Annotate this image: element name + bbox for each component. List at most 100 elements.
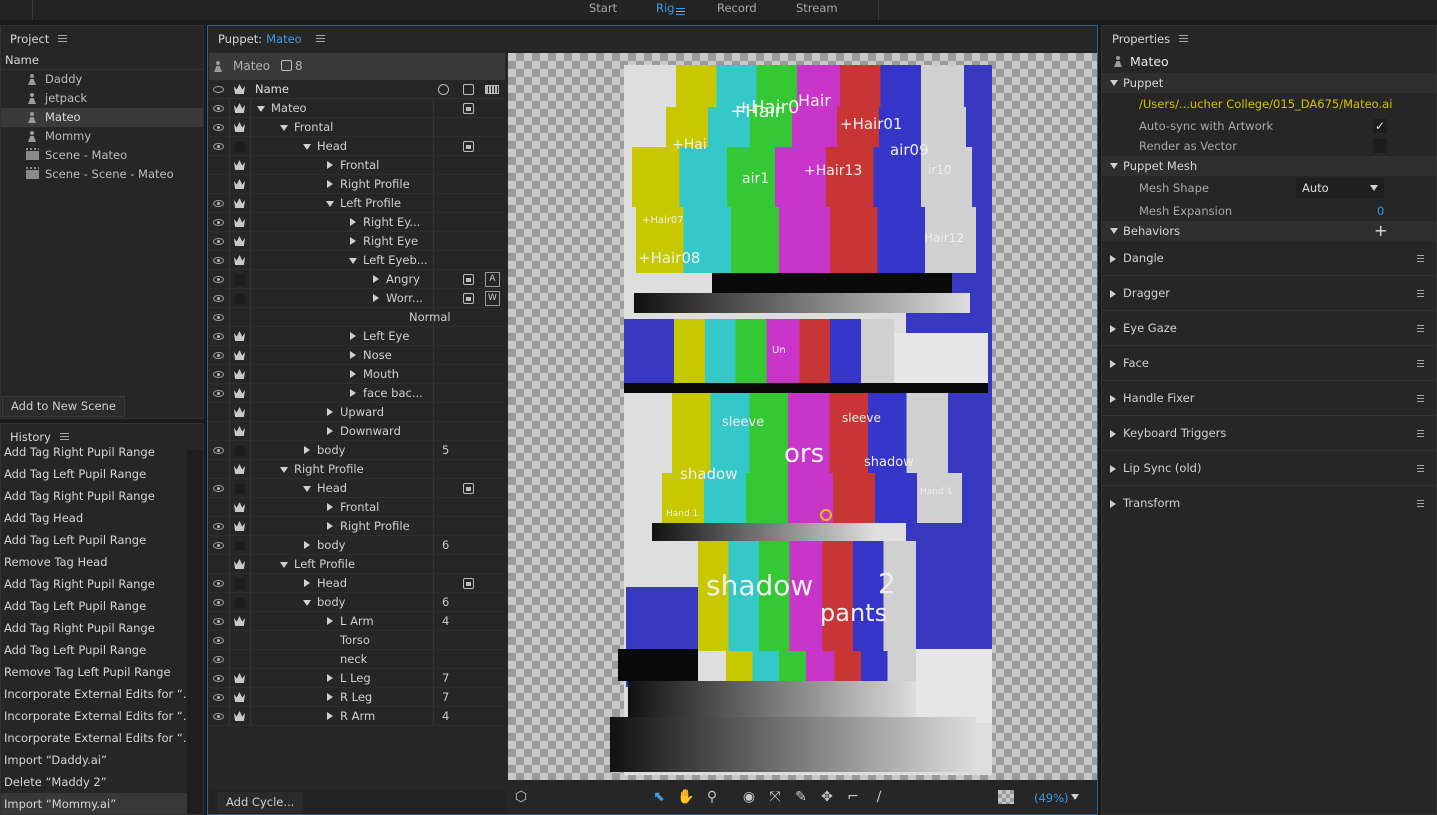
- properties-menu-icon[interactable]: [1179, 35, 1189, 42]
- expand-triangle-icon[interactable]: [327, 427, 333, 435]
- history-item[interactable]: Incorporate External Edits for “...: [1, 683, 187, 705]
- visibility-eye-icon[interactable]: [213, 238, 224, 245]
- collapse-triangle-icon[interactable]: [280, 562, 288, 568]
- behavior-menu-icon[interactable]: [1417, 465, 1424, 472]
- workspace-stream[interactable]: Stream: [796, 1, 838, 15]
- keyboard-trigger-key[interactable]: A: [485, 272, 500, 287]
- independent-crown-icon[interactable]: [234, 103, 245, 113]
- crown-toggle-off[interactable]: [235, 142, 245, 152]
- history-item[interactable]: Add Tag Head: [1, 507, 187, 529]
- tree-row[interactable]: L Arm 4: [209, 612, 505, 631]
- visibility-eye-icon[interactable]: [213, 637, 224, 644]
- tree-row[interactable]: body 5: [209, 441, 505, 460]
- tree-row[interactable]: Frontal: [209, 118, 505, 137]
- history-item[interactable]: Delete “Maddy 2”: [1, 771, 187, 793]
- origin-tool-icon[interactable]: ◉: [741, 789, 757, 805]
- history-item[interactable]: Add Tag Left Pupil Range: [1, 463, 187, 485]
- expand-triangle-icon[interactable]: [350, 389, 356, 397]
- tag-icon[interactable]: [463, 293, 474, 304]
- visibility-eye-icon[interactable]: [213, 447, 224, 454]
- visibility-eye-icon[interactable]: [213, 219, 224, 226]
- independent-crown-icon[interactable]: [234, 236, 245, 246]
- history-item[interactable]: Add Tag Left Pupil Range: [1, 639, 187, 661]
- crown-toggle-off[interactable]: [235, 446, 245, 456]
- tree-row[interactable]: Mouth: [209, 365, 505, 384]
- expand-triangle-icon[interactable]: [327, 712, 333, 720]
- expand-triangle-icon[interactable]: [327, 674, 333, 682]
- behavior-lip-sync[interactable]: Lip Sync (old): [1102, 451, 1436, 486]
- mesh-expansion-value[interactable]: 0: [1377, 201, 1384, 221]
- tree-row[interactable]: Worr... W: [209, 289, 505, 308]
- expand-triangle-icon[interactable]: [327, 503, 333, 511]
- behavior-menu-icon[interactable]: [1417, 325, 1424, 332]
- tree-row[interactable]: Right Profile: [209, 175, 505, 194]
- behavior-menu-icon[interactable]: [1417, 500, 1424, 507]
- expand-triangle-icon[interactable]: [327, 617, 333, 625]
- independent-crown-icon[interactable]: [234, 179, 245, 189]
- expand-triangle-icon[interactable]: [327, 180, 333, 188]
- puppet-section[interactable]: Puppet: [1102, 73, 1436, 93]
- tree-row[interactable]: Angry A: [209, 270, 505, 289]
- workspace-start[interactable]: Start: [589, 1, 617, 15]
- expand-triangle-icon[interactable]: [373, 275, 379, 283]
- tree-row[interactable]: neck: [209, 650, 505, 669]
- tree-row[interactable]: Left Eye: [209, 327, 505, 346]
- tree-row[interactable]: R Leg 7: [209, 688, 505, 707]
- project-item-mommy[interactable]: Mommy: [1, 127, 203, 146]
- project-item-jetpack[interactable]: jetpack: [1, 89, 203, 108]
- behavior-menu-icon[interactable]: [1417, 395, 1424, 402]
- visibility-eye-icon[interactable]: [213, 371, 224, 378]
- collapse-triangle-icon[interactable]: [280, 125, 288, 131]
- history-item[interactable]: Add Tag Right Pupil Range: [1, 485, 187, 507]
- behavior-menu-icon[interactable]: [1417, 255, 1424, 262]
- add-to-new-scene-button[interactable]: Add to New Scene: [2, 396, 125, 417]
- independent-crown-icon[interactable]: [234, 559, 245, 569]
- expand-triangle-icon[interactable]: [304, 541, 310, 549]
- mesh-shape-select[interactable]: Auto: [1296, 178, 1384, 198]
- transparency-grid-icon[interactable]: [998, 790, 1014, 804]
- behavior-dangle[interactable]: Dangle: [1102, 241, 1436, 276]
- tree-row[interactable]: Upward: [209, 403, 505, 422]
- behavior-keyboard-triggers[interactable]: Keyboard Triggers: [1102, 416, 1436, 451]
- project-item-scene-scene-mateo[interactable]: Scene - Scene - Mateo: [1, 165, 203, 184]
- visibility-eye-icon[interactable]: [213, 314, 224, 321]
- tag-icon[interactable]: [463, 483, 474, 494]
- puppet-mesh-section[interactable]: Puppet Mesh: [1102, 156, 1436, 176]
- dragger-tool-icon[interactable]: ✥: [819, 789, 835, 805]
- tree-row[interactable]: Nose: [209, 346, 505, 365]
- tree-row[interactable]: Frontal: [209, 156, 505, 175]
- visibility-eye-icon[interactable]: [213, 656, 224, 663]
- tree-row[interactable]: R Arm 4: [209, 707, 505, 726]
- tree-row[interactable]: Right Ey...: [209, 213, 505, 232]
- expand-triangle-icon[interactable]: [327, 522, 333, 530]
- selection-tool-icon[interactable]: ⬉: [651, 789, 667, 805]
- collapse-triangle-icon[interactable]: [303, 144, 311, 150]
- independent-crown-icon[interactable]: [234, 255, 245, 265]
- behavior-transform[interactable]: Transform: [1102, 486, 1436, 521]
- independent-crown-icon[interactable]: [234, 369, 245, 379]
- visibility-eye-icon[interactable]: [213, 257, 224, 264]
- visibility-eye-icon[interactable]: [213, 675, 224, 682]
- independent-crown-icon[interactable]: [234, 521, 245, 531]
- visibility-eye-icon[interactable]: [213, 333, 224, 340]
- add-cycle-button[interactable]: Add Cycle...: [217, 792, 304, 813]
- collapse-triangle-icon[interactable]: [303, 600, 311, 606]
- collapse-triangle-icon[interactable]: [303, 486, 311, 492]
- layout-icon[interactable]: ⬡: [513, 789, 529, 805]
- project-column-name[interactable]: Name: [1, 51, 203, 70]
- history-item[interactable]: Remove Tag Left Pupil Range: [1, 661, 187, 683]
- visibility-eye-icon[interactable]: [213, 143, 224, 150]
- tag-icon[interactable]: [463, 103, 474, 114]
- tree-row[interactable]: Left Profile: [209, 194, 505, 213]
- visibility-eye-icon[interactable]: [213, 694, 224, 701]
- expand-triangle-icon[interactable]: [350, 237, 356, 245]
- zoom-dropdown-icon[interactable]: [1071, 794, 1079, 800]
- tree-row[interactable]: Downward: [209, 422, 505, 441]
- visibility-eye-icon[interactable]: [213, 542, 224, 549]
- behavior-eye-gaze[interactable]: Eye Gaze: [1102, 311, 1436, 346]
- auto-sync-checkbox[interactable]: ✓: [1373, 119, 1387, 133]
- visibility-eye-icon[interactable]: [213, 352, 224, 359]
- expand-triangle-icon[interactable]: [350, 351, 356, 359]
- keyboard-trigger-key[interactable]: W: [485, 291, 500, 306]
- project-item-scene-mateo[interactable]: Scene - Mateo: [1, 146, 203, 165]
